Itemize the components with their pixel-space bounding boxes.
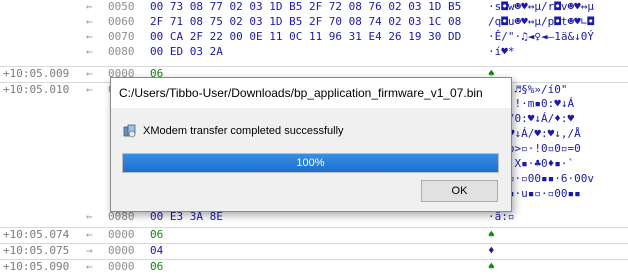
rx-arrow-icon: ←: [86, 260, 93, 273]
ok-button[interactable]: OK: [421, 180, 498, 202]
offset: 0080: [108, 45, 135, 58]
log-row: +10:05.090 ← 0000 06 ♠: [0, 259, 628, 274]
rx-arrow-icon: ←: [86, 210, 93, 223]
log-row: +10:05.074 ← 0000 06 ♠: [0, 227, 628, 242]
ascii-data: ·Ê/"·♫◄♀◄–1ä&↓0Ý: [488, 30, 594, 43]
timestamp: +10:05.090: [3, 260, 70, 273]
progress-label: 100%: [296, 157, 325, 169]
transfer-icon: [123, 124, 137, 138]
log-row: ← 0070 00 CA 2F 22 00 0E 11 0C 11 96 31 …: [0, 30, 628, 44]
log-row: ← 0050 00 73 08 77 02 03 1D B5 2F 72 08 …: [0, 0, 628, 14]
offset: 0000: [108, 228, 135, 241]
hex-data: 04: [150, 244, 164, 257]
log-row: +10:05.075 → 0000 04 ♦: [0, 243, 628, 258]
ascii-data: ·ã:▫: [488, 210, 515, 223]
log-row: ← 0080 00 ED 03 2A ·í♥*: [0, 45, 628, 59]
ascii-data: /q◘u☻♥↔µ/p◘t☻♥∟◘: [488, 15, 594, 28]
hex-data: 00 ED 03 2A: [150, 45, 223, 58]
offset: 0050: [108, 0, 135, 13]
transfer-dialog: C:/Users/Tibbo-User/Downloads/bp_applica…: [110, 77, 512, 212]
hex-data: 00 CA 2F 22 00 0E 11 0C 11 96 31 E4 26 1…: [150, 30, 462, 43]
dialog-title: C:/Users/Tibbo-User/Downloads/bp_applica…: [111, 78, 511, 108]
hex-data: 06: [150, 228, 164, 241]
progress-bar: 100%: [122, 153, 499, 173]
rx-arrow-icon: ←: [86, 45, 93, 58]
hex-data: 00 E3 3A 8E: [150, 210, 223, 223]
ascii-data: ·í♥*: [488, 45, 515, 58]
ascii-data: ♦: [488, 244, 495, 257]
hex-data: 2F 71 08 75 02 03 1D B5 2F 70 08 74 02 0…: [150, 15, 462, 28]
dialog-message-row: XModem transfer completed successfully: [123, 123, 344, 139]
rx-arrow-icon: ←: [86, 30, 93, 43]
rx-arrow-icon: ←: [86, 228, 93, 241]
rx-arrow-icon: ←: [86, 0, 93, 13]
offset: 0070: [108, 30, 135, 43]
log-row: ← 0080 00 E3 3A 8E ·ã:▫: [0, 210, 628, 224]
offset: 0000: [108, 244, 135, 257]
tx-arrow-icon: →: [86, 244, 93, 257]
ascii-data: ♠: [488, 260, 495, 273]
offset: 0000: [108, 260, 135, 273]
dialog-message: XModem transfer completed successfully: [143, 125, 344, 137]
offset: 0060: [108, 15, 135, 28]
timestamp: +10:05.010: [3, 83, 70, 96]
timestamp: +10:05.009: [3, 67, 70, 80]
log-row: ← 0060 2F 71 08 75 02 03 1D B5 2F 70 08 …: [0, 15, 628, 29]
rx-arrow-icon: ←: [86, 67, 93, 80]
ascii-data: ·s◘w☻♥↔µ/r◘v☻♥↔µ: [488, 0, 594, 13]
hex-data: 06: [150, 260, 164, 273]
rx-arrow-icon: ←: [86, 15, 93, 28]
ascii-data: ♠: [488, 228, 495, 241]
hex-data: 00 73 08 77 02 03 1D B5 2F 72 08 76 02 0…: [150, 0, 462, 13]
timestamp: +10:05.075: [3, 244, 70, 257]
rx-arrow-icon: ←: [86, 83, 93, 96]
offset: 0080: [108, 210, 135, 223]
timestamp: +10:05.074: [3, 228, 70, 241]
